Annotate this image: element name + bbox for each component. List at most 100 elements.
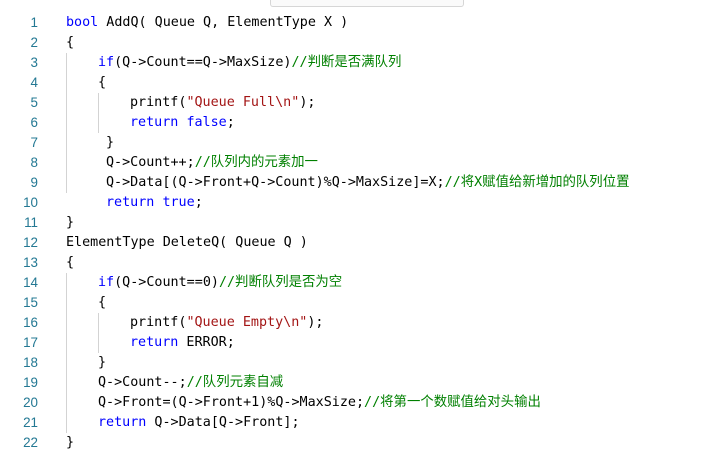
code-line[interactable]: 14 if(Q->Count==0)//判断队列是否为空 — [0, 273, 722, 293]
code-text: Q->Data[(Q->Front+Q->Count)%Q->MaxSize]=… — [106, 173, 629, 193]
code-line[interactable]: 13 { — [0, 253, 722, 273]
keyword-token: true — [162, 195, 195, 210]
code-text: } — [106, 133, 114, 153]
code-token: AddQ( Queue Q, ElementType X ) — [98, 15, 349, 30]
code-text: printf("Queue Full\n"); — [130, 93, 315, 113]
code-token: ; — [194, 195, 203, 210]
line-number: 6 — [30, 115, 38, 130]
code-line[interactable]: 6 return false; — [0, 113, 722, 133]
code-line[interactable]: 10 return true; — [0, 193, 722, 213]
code-line[interactable]: 4{ — [0, 73, 722, 93]
code-line[interactable]: 20 Q->Front=(Q->Front+1)%Q->MaxSize;//将第一… — [0, 393, 722, 413]
keyword-token: return — [130, 115, 179, 130]
string-token: "Queue Full\n" — [186, 95, 300, 110]
keyword-token: return — [130, 335, 179, 350]
code-line[interactable]: 11} — [0, 213, 722, 233]
code-token: } — [66, 435, 75, 450]
keyword-token: return — [106, 195, 155, 210]
code-token: ); — [307, 315, 324, 330]
code-line[interactable]: 19 Q->Count--;//队列元素自减 — [0, 373, 722, 393]
code-text: { — [66, 33, 74, 53]
line-number: 7 — [30, 135, 38, 150]
keyword-token: bool — [66, 15, 99, 30]
code-line[interactable]: 12 ElementType DeleteQ( Queue Q ) — [0, 233, 722, 253]
code-line[interactable]: 5 printf("Queue Full\n"); — [0, 93, 722, 113]
code-line[interactable]: 8 Q->Count++;//队列内的元素加一 — [0, 153, 722, 173]
comment-token: //队列内的元素加一 — [194, 155, 318, 170]
line-number: 4 — [30, 75, 38, 90]
comment-token: //将X赋值给新增加的队列位置 — [444, 175, 630, 190]
indent-guide — [98, 93, 99, 133]
code-text: } — [66, 213, 74, 233]
comment-token: //将第一个数赋值给对头输出 — [364, 395, 541, 410]
code-text: if(Q->Count==0)//判断队列是否为空 — [98, 273, 342, 293]
code-text: return Q->Data[Q->Front]; — [98, 413, 300, 433]
code-line[interactable]: 22} — [0, 433, 722, 453]
keyword-token: if — [98, 275, 115, 290]
code-text: if(Q->Count==Q->MaxSize)//判断是否满队列 — [98, 53, 401, 73]
line-number: 5 — [30, 95, 38, 110]
code-text: Q->Count++;//队列内的元素加一 — [106, 153, 318, 173]
code-line[interactable]: 16 printf("Queue Empty\n"); — [0, 313, 722, 333]
code-token: ); — [299, 95, 316, 110]
code-text: return false; — [130, 113, 235, 133]
comment-token: //队列元素自减 — [186, 375, 284, 390]
keyword-token: if — [98, 55, 115, 70]
keyword-token: false — [186, 115, 227, 130]
code-line[interactable]: 3 if(Q->Count==Q->MaxSize)//判断是否满队列 — [0, 53, 722, 73]
code-text: return true; — [106, 193, 203, 213]
code-line[interactable]: 15 { — [0, 293, 722, 313]
code-token: Q->Data[(Q->Front+Q->Count)%Q->MaxSize]=… — [106, 175, 445, 190]
code-text: } — [98, 353, 106, 373]
top-tab-edge — [270, 0, 464, 7]
code-line[interactable]: 21 return Q->Data[Q->Front]; — [0, 413, 722, 433]
code-text: } — [66, 433, 74, 453]
code-text: printf("Queue Empty\n"); — [130, 313, 324, 333]
code-line[interactable]: 2{ — [0, 33, 722, 53]
line-number: 14 — [23, 275, 38, 290]
code-token: Q->Count--; — [98, 375, 187, 390]
line-number: 1 — [30, 15, 38, 30]
code-line[interactable]: 9 Q->Data[(Q->Front+Q->Count)%Q->MaxSize]… — [0, 173, 722, 193]
code-line[interactable]: 17 return ERROR; — [0, 333, 722, 353]
code-token: printf( — [130, 315, 187, 330]
line-number: 11 — [24, 215, 38, 230]
code-text: { — [98, 73, 106, 93]
code-line[interactable]: 7} — [0, 133, 722, 153]
code-text: { — [66, 253, 74, 273]
code-token: ) — [210, 275, 219, 290]
line-number: 17 — [23, 335, 38, 350]
code-token: } — [106, 135, 115, 150]
code-token: { — [66, 255, 75, 270]
line-number: 2 — [30, 35, 38, 50]
keyword-token: return — [98, 415, 147, 430]
code-token: ERROR; — [178, 335, 235, 350]
code-token: (Q->Count==Q->MaxSize) — [114, 55, 292, 70]
code-token: { — [66, 35, 75, 50]
line-number: 12 — [23, 235, 38, 250]
code-token: Q->Count++; — [106, 155, 195, 170]
comment-token: //判断是否满队列 — [291, 55, 402, 70]
code-text: Q->Front=(Q->Front+1)%Q->MaxSize;//将第一个数… — [98, 393, 541, 413]
code-line[interactable]: 18} — [0, 353, 722, 373]
line-number: 16 — [23, 315, 38, 330]
line-number: 8 — [30, 155, 38, 170]
line-number: 3 — [30, 55, 38, 70]
line-number: 21 — [23, 415, 38, 430]
code-token: { — [98, 295, 107, 310]
line-number: 13 — [23, 255, 38, 270]
line-number: 19 — [23, 375, 38, 390]
code-token: Q->Data[Q->Front]; — [146, 415, 300, 430]
line-number: 15 — [23, 295, 38, 310]
code-token: Q->Front=(Q->Front+1)%Q->MaxSize; — [98, 395, 365, 410]
code-text: Q->Count--;//队列元素自减 — [98, 373, 283, 393]
code-line[interactable]: 1 bool AddQ( Queue Q, ElementType X ) — [0, 13, 722, 33]
indent-guide — [98, 313, 99, 353]
line-number: 20 — [23, 395, 38, 410]
code-token: 0 — [202, 275, 211, 290]
code-token: (Q->Count== — [114, 275, 203, 290]
line-number: 18 — [23, 355, 38, 370]
code-editor[interactable]: 1 bool AddQ( Queue Q, ElementType X ) 2{3 i… — [0, 13, 722, 453]
line-number: 9 — [30, 175, 38, 190]
code-token: ElementType DeleteQ( Queue Q ) — [66, 235, 308, 250]
